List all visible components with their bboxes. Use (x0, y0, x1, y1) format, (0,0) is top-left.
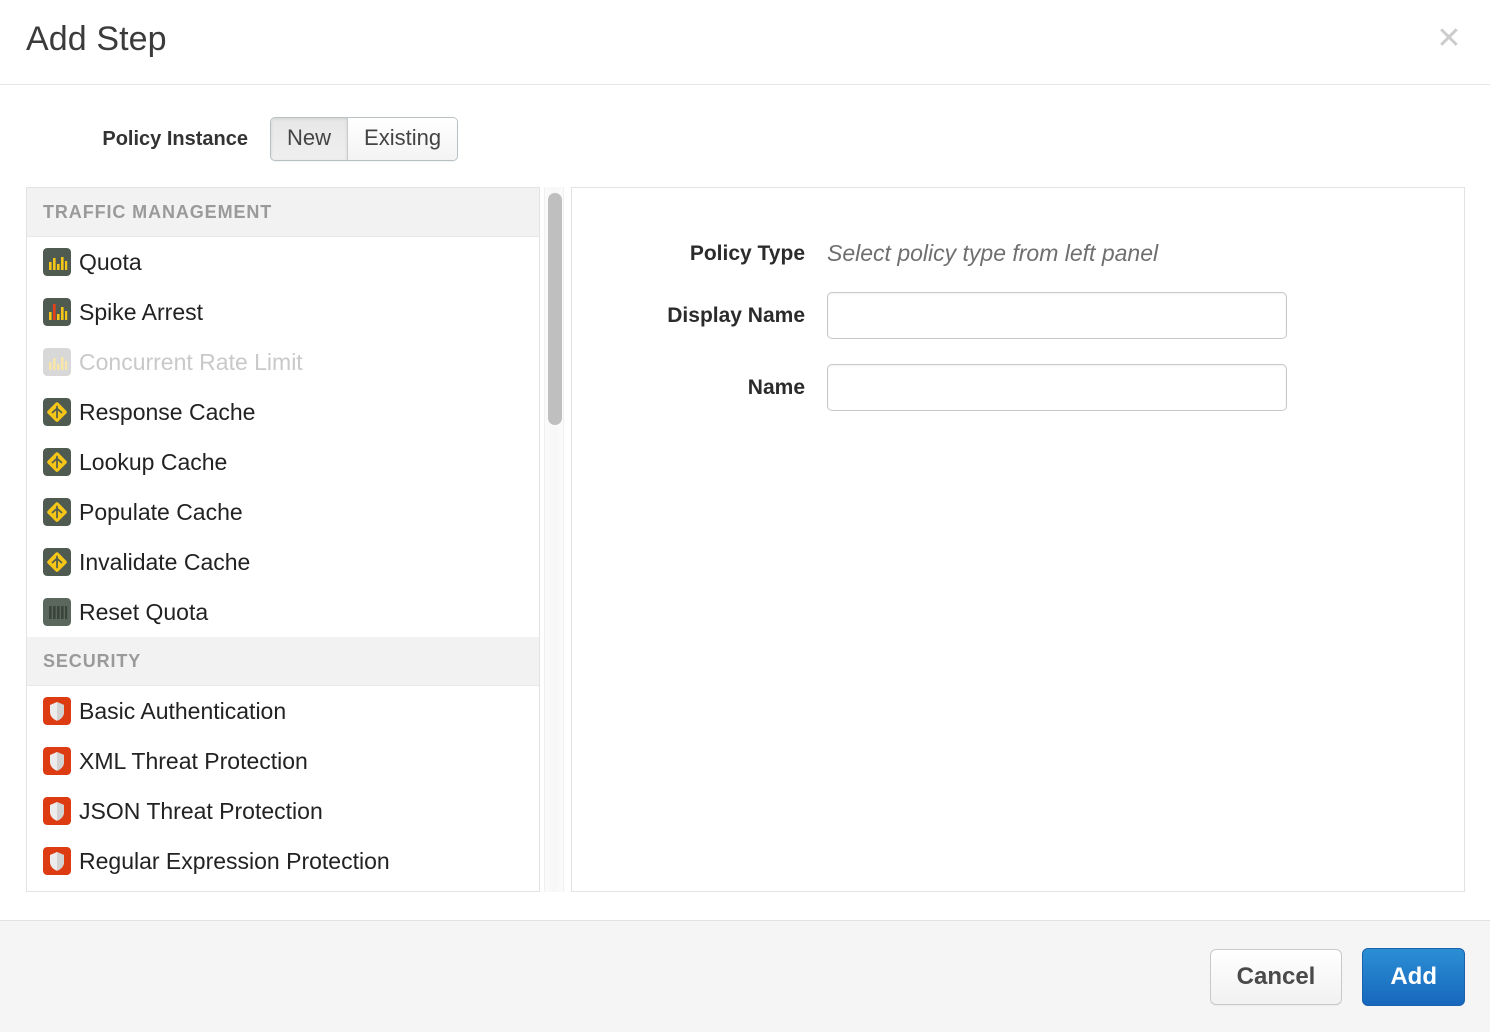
policy-item-spike-arrest[interactable]: Spike Arrest (27, 287, 539, 337)
display-name-label: Display Name (572, 304, 827, 328)
policy-item-label: Spike Arrest (79, 299, 203, 326)
cache-diamond-icon (43, 548, 71, 576)
policy-item-label: Regular Expression Protection (79, 848, 390, 875)
display-name-input[interactable] (827, 292, 1287, 339)
policy-item-label: XML Threat Protection (79, 748, 308, 775)
dialog-body: Policy Instance New Existing TRAFFIC MAN… (0, 85, 1490, 920)
policy-type-list: TRAFFIC MANAGEMENT Quota (27, 188, 539, 891)
policy-item-json-threat-protection[interactable]: JSON Threat Protection (27, 786, 539, 836)
policy-item-label: Concurrent Rate Limit (79, 349, 303, 376)
policy-item-regular-expression-protection[interactable]: Regular Expression Protection (27, 836, 539, 886)
policy-type-value: Select policy type from left panel (827, 240, 1158, 267)
close-icon[interactable]: ✕ (1432, 22, 1466, 56)
name-input[interactable] (827, 364, 1287, 411)
cache-diamond-icon (43, 398, 71, 426)
name-row: Name (572, 364, 1464, 411)
shield-icon (43, 847, 71, 875)
policy-item-invalidate-cache[interactable]: Invalidate Cache (27, 537, 539, 587)
section-header-traffic-management: TRAFFIC MANAGEMENT (27, 188, 539, 237)
reset-quota-bars-icon (43, 598, 71, 626)
policy-list-scrollbar[interactable] (544, 187, 564, 892)
policy-item-label: Populate Cache (79, 499, 243, 526)
spike-arrest-chart-icon (43, 298, 71, 326)
policy-item-label: Basic Authentication (79, 698, 286, 725)
cancel-button[interactable]: Cancel (1210, 949, 1343, 1005)
policy-type-row: Policy Type Select policy type from left… (572, 240, 1464, 267)
add-button[interactable]: Add (1362, 948, 1465, 1006)
concurrent-rate-limit-chart-icon (43, 348, 71, 376)
policy-form: Policy Type Select policy type from left… (572, 188, 1464, 411)
policy-item-label: Lookup Cache (79, 449, 227, 476)
policy-type-label: Policy Type (572, 242, 827, 266)
policy-instance-toggle: New Existing (270, 117, 458, 161)
shield-icon (43, 747, 71, 775)
toggle-option-existing[interactable]: Existing (347, 118, 457, 160)
scrollbar-thumb[interactable] (548, 193, 562, 425)
policy-item-xml-threat-protection[interactable]: XML Threat Protection (27, 736, 539, 786)
policy-details-panel: Policy Type Select policy type from left… (571, 187, 1465, 892)
policy-item-label: Quota (79, 249, 142, 276)
shield-icon (43, 697, 71, 725)
policy-item-reset-quota[interactable]: Reset Quota (27, 587, 539, 637)
add-step-dialog: Add Step ✕ Policy Instance New Existing … (0, 0, 1490, 1032)
policy-item-label: Invalidate Cache (79, 549, 250, 576)
policy-item-quota[interactable]: Quota (27, 237, 539, 287)
policy-item-label: JSON Threat Protection (79, 798, 323, 825)
dialog-footer: Cancel Add (0, 920, 1490, 1032)
toggle-option-new[interactable]: New (271, 118, 347, 160)
page-title: Add Step (26, 20, 167, 59)
policy-item-basic-authentication[interactable]: Basic Authentication (27, 686, 539, 736)
policy-item-label: Response Cache (79, 399, 255, 426)
name-label: Name (572, 376, 827, 400)
cache-diamond-icon (43, 448, 71, 476)
policy-item-lookup-cache[interactable]: Lookup Cache (27, 437, 539, 487)
policy-type-list-panel: TRAFFIC MANAGEMENT Quota (26, 187, 540, 892)
policy-instance-row: Policy Instance New Existing (0, 117, 458, 161)
dialog-header: Add Step ✕ (0, 0, 1490, 85)
policy-item-response-cache[interactable]: Response Cache (27, 387, 539, 437)
section-header-security: SECURITY (27, 637, 539, 686)
policy-item-label: Reset Quota (79, 599, 208, 626)
cache-diamond-icon (43, 498, 71, 526)
shield-icon (43, 797, 71, 825)
display-name-row: Display Name (572, 292, 1464, 339)
policy-item-concurrent-rate-limit: Concurrent Rate Limit (27, 337, 539, 387)
quota-chart-icon (43, 248, 71, 276)
policy-instance-label: Policy Instance (0, 128, 270, 151)
panes: TRAFFIC MANAGEMENT Quota (26, 187, 1465, 892)
policy-item-populate-cache[interactable]: Populate Cache (27, 487, 539, 537)
